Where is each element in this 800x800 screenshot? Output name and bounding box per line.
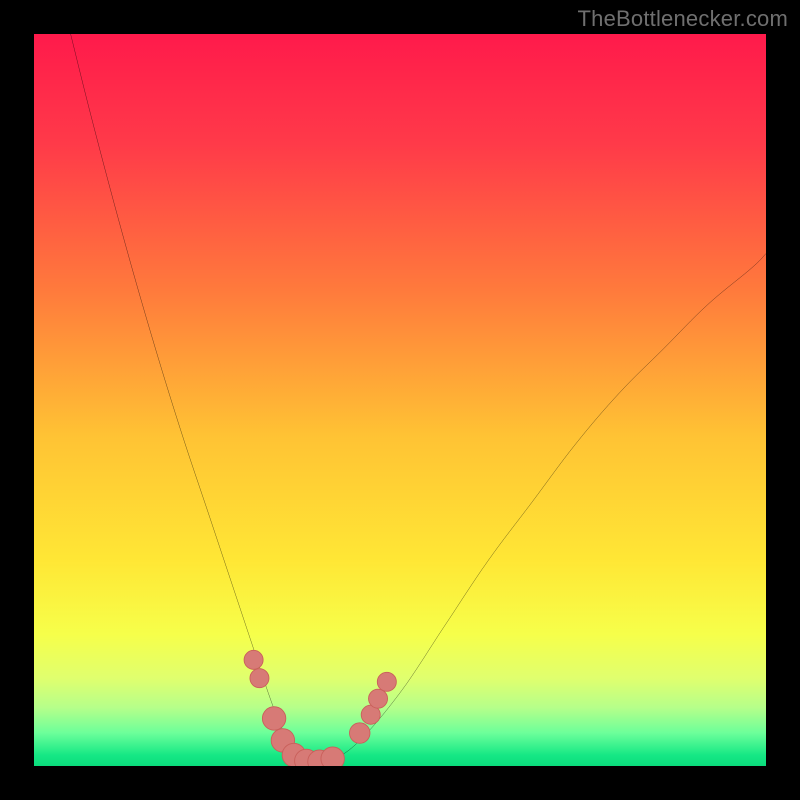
- curve-markers: [244, 650, 396, 766]
- curve-marker: [321, 747, 344, 766]
- curve-layer: [34, 34, 766, 766]
- plot-area: [34, 34, 766, 766]
- bottleneck-curve: [71, 34, 766, 763]
- curve-marker: [377, 672, 396, 691]
- curve-marker: [369, 689, 388, 708]
- watermark-text: TheBottlenecker.com: [578, 6, 788, 32]
- curve-marker: [262, 707, 285, 730]
- chart-frame: TheBottlenecker.com: [0, 0, 800, 800]
- curve-marker: [349, 723, 369, 743]
- curve-marker: [250, 669, 269, 688]
- curve-marker: [244, 650, 263, 669]
